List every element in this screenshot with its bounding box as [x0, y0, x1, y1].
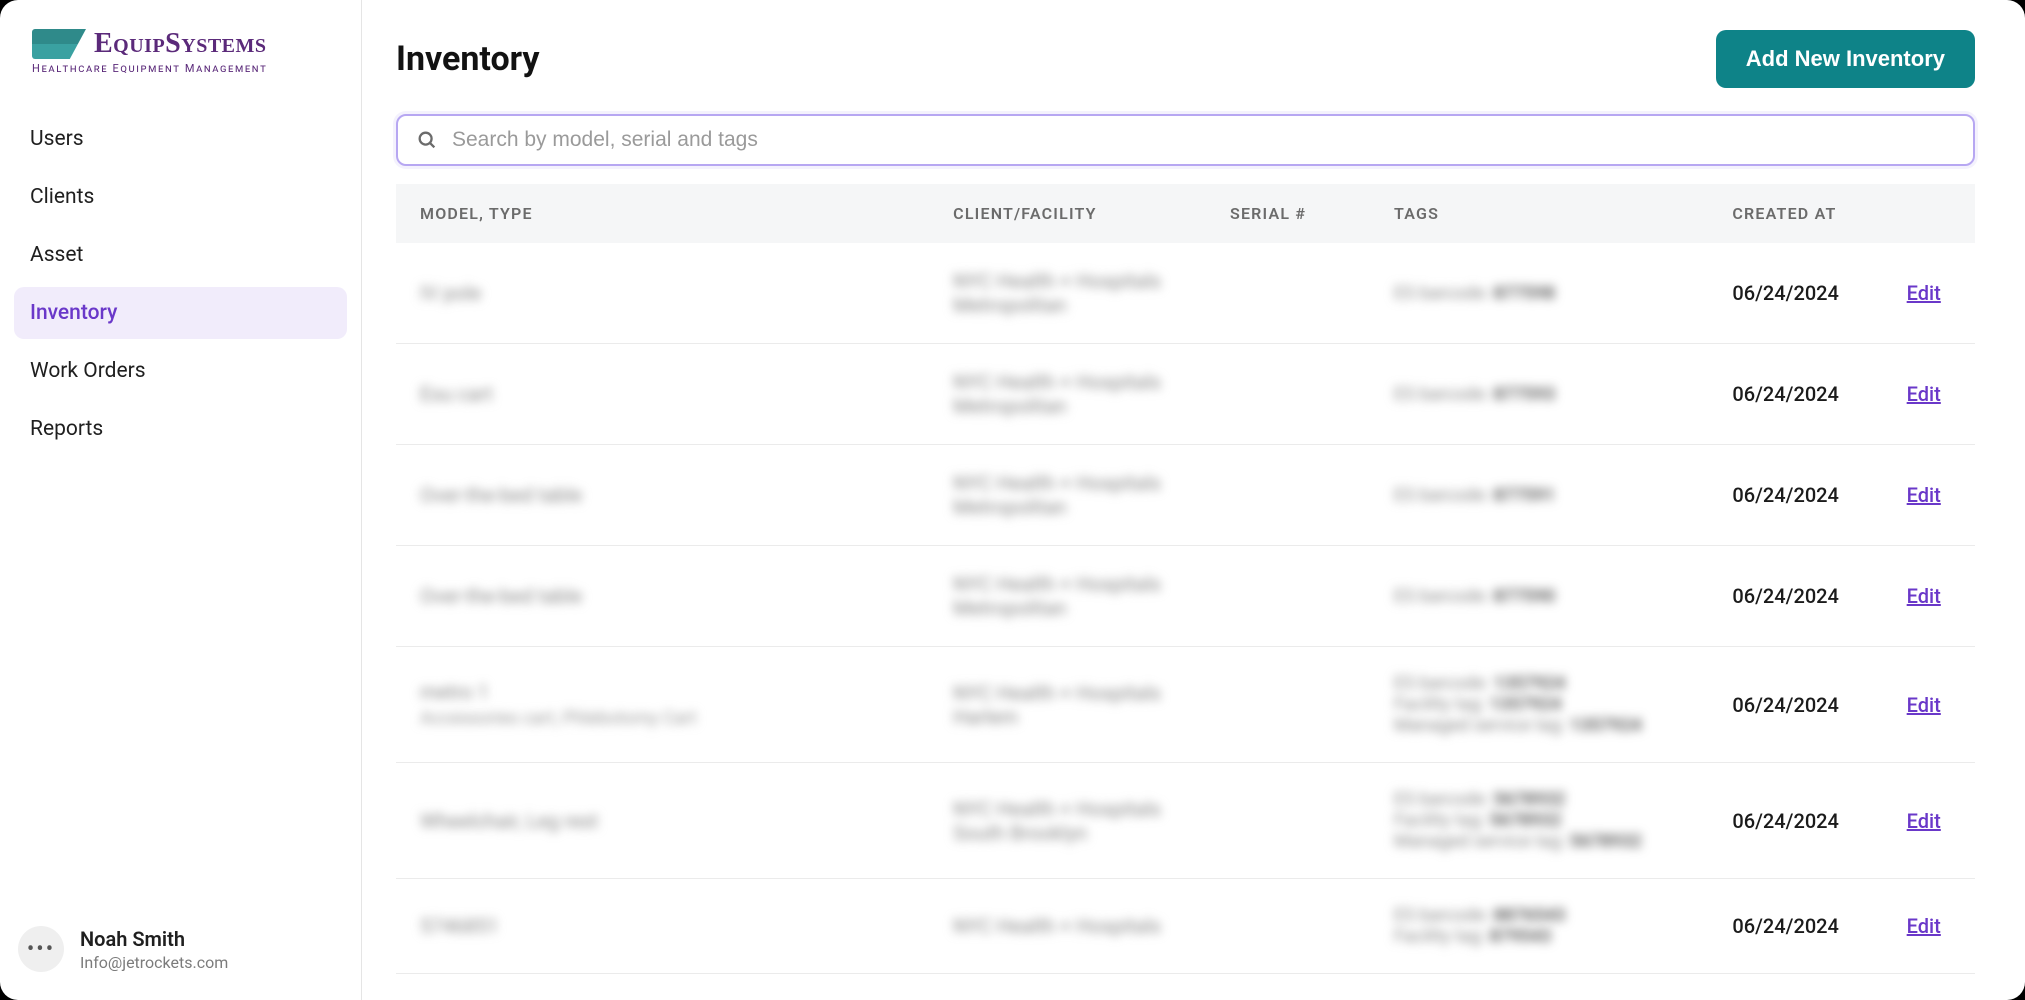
col-tags[interactable]: TAGS: [1370, 184, 1708, 243]
add-new-inventory-button[interactable]: Add New Inventory: [1716, 30, 1975, 88]
user-name: Noah Smith: [80, 927, 228, 951]
cell-model: Wheelchair, Leg rest: [420, 809, 598, 833]
cell-client: NYC Health + Hospitals Metropolitan: [953, 370, 1161, 418]
current-user[interactable]: ••• Noah Smith Info@jetrockets.com: [14, 920, 347, 978]
cell-created-at: 06/24/2024: [1708, 445, 1882, 546]
search-icon: [416, 129, 438, 151]
table-row[interactable]: Wheelchair, Leg rest NYC Health + Hospita…: [396, 763, 1975, 879]
cell-model-sub: Accessories cart, Phlebotomy Cart: [420, 708, 905, 729]
sidebar-item-users[interactable]: Users: [14, 113, 347, 165]
cell-client: NYC Health + Hospitals Metropolitan: [953, 471, 1161, 519]
sidebar-item-inventory[interactable]: Inventory: [14, 287, 347, 339]
cell-tag: ES barcode: 5678932: [1394, 789, 1684, 810]
col-model[interactable]: MODEL, TYPE: [396, 184, 929, 243]
cell-model: Over-the-bed table: [420, 584, 582, 608]
cell-created-at: 06/24/2024: [1708, 243, 1882, 344]
cell-tag: Managed service tag: 1357924: [1394, 715, 1684, 736]
cell-tag: ES barcode: 877591: [1394, 485, 1684, 506]
table-row[interactable]: IV pole NYC Health + Hospitals Metropolit…: [396, 243, 1975, 344]
sidebar-item-work-orders[interactable]: Work Orders: [14, 345, 347, 397]
cell-created-at: 06/24/2024: [1708, 763, 1882, 879]
edit-link[interactable]: Edit: [1907, 693, 1941, 717]
cell-tag: Facility tag: 879543: [1394, 926, 1684, 947]
search-field[interactable]: [396, 114, 1975, 166]
inventory-table: MODEL, TYPE CLIENT/FACILITY SERIAL # TAG…: [396, 184, 1975, 974]
cell-tag: ES barcode: 1357924: [1394, 673, 1684, 694]
cell-tag: ES barcode: 8876543: [1394, 905, 1684, 926]
page-title: Inventory: [396, 39, 540, 79]
sidebar-nav: Users Clients Asset Inventory Work Order…: [14, 113, 347, 455]
search-input[interactable]: [452, 128, 1955, 152]
brand-logo: EquipSystems Healthcare Equipment Manage…: [32, 28, 339, 75]
sidebar: EquipSystems Healthcare Equipment Manage…: [0, 0, 362, 1000]
edit-link[interactable]: Edit: [1907, 809, 1941, 833]
avatar: •••: [18, 926, 64, 972]
edit-link[interactable]: Edit: [1907, 382, 1941, 406]
cell-tag: Managed service tag: 5678932: [1394, 831, 1684, 852]
table-header: MODEL, TYPE CLIENT/FACILITY SERIAL # TAG…: [396, 184, 1975, 243]
cell-client: NYC Health + Hospitals South Brooklyn: [953, 797, 1161, 845]
edit-link[interactable]: Edit: [1907, 914, 1941, 938]
cell-client: NYC Health + Hospitals Metropolitan: [953, 269, 1161, 317]
table-row[interactable]: 5746851 NYC Health + Hospitals ES barcode:…: [396, 879, 1975, 974]
col-actions: [1883, 184, 1975, 243]
table-row[interactable]: Over-the-bed table NYC Health + Hospitals…: [396, 445, 1975, 546]
cell-model: Esu cart: [420, 382, 493, 406]
cell-created-at: 06/24/2024: [1708, 879, 1882, 974]
cell-model: IV pole: [420, 281, 481, 305]
logo-mark-icon: [32, 29, 86, 59]
table-row[interactable]: metro 1 Accessories cart, Phlebotomy Cart…: [396, 647, 1975, 763]
cell-client: NYC Health + Hospitals Harlem: [953, 681, 1161, 729]
table-row[interactable]: Esu cart NYC Health + Hospitals Metropoli…: [396, 344, 1975, 445]
cell-created-at: 06/24/2024: [1708, 546, 1882, 647]
edit-link[interactable]: Edit: [1907, 584, 1941, 608]
col-serial[interactable]: SERIAL #: [1206, 184, 1370, 243]
cell-created-at: 06/24/2024: [1708, 647, 1882, 763]
cell-client: NYC Health + Hospitals Metropolitan: [953, 572, 1161, 620]
cell-model: Over-the-bed table: [420, 483, 582, 507]
cell-tag: ES barcode: 877590: [1394, 586, 1684, 607]
col-created[interactable]: CREATED AT: [1708, 184, 1882, 243]
sidebar-item-asset[interactable]: Asset: [14, 229, 347, 281]
sidebar-item-clients[interactable]: Clients: [14, 171, 347, 223]
user-email: Info@jetrockets.com: [80, 953, 228, 972]
app-frame: { "brand": { "name": "EquipSystems", "ta…: [0, 0, 2025, 1000]
main-content: Inventory Add New Inventory MODEL, TYPE …: [362, 0, 2025, 1000]
cell-tag: Facility tag: 5678932: [1394, 810, 1684, 831]
sidebar-item-reports[interactable]: Reports: [14, 403, 347, 455]
cell-model: 5746851: [420, 914, 499, 938]
cell-model: metro 1: [420, 680, 489, 704]
cell-client: NYC Health + Hospitals: [953, 914, 1161, 938]
edit-link[interactable]: Edit: [1907, 281, 1941, 305]
col-client[interactable]: CLIENT/FACILITY: [929, 184, 1206, 243]
cell-tag: ES barcode: 877598: [1394, 283, 1684, 304]
cell-created-at: 06/24/2024: [1708, 344, 1882, 445]
cell-tag: ES barcode: 877593: [1394, 384, 1684, 405]
table-row[interactable]: Over-the-bed table NYC Health + Hospitals…: [396, 546, 1975, 647]
cell-tag: Facility tag: 1357924: [1394, 694, 1684, 715]
brand-name: EquipSystems: [94, 28, 267, 60]
edit-link[interactable]: Edit: [1907, 483, 1941, 507]
page-header: Inventory Add New Inventory: [396, 30, 1975, 88]
brand-tagline: Healthcare Equipment Management: [32, 62, 339, 75]
